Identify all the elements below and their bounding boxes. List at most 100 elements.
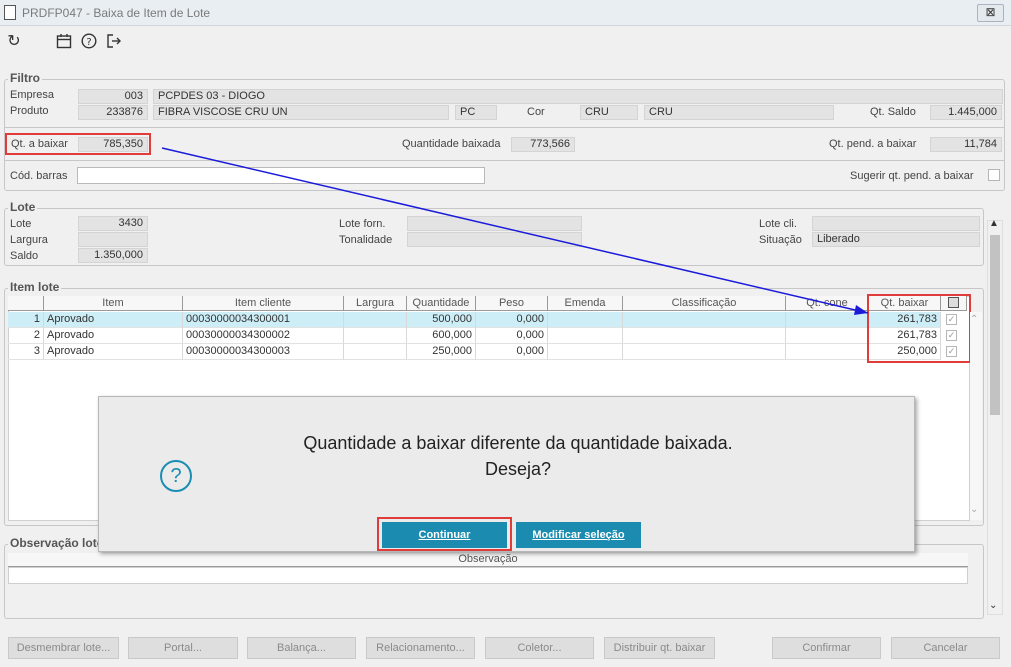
dialog-message: Quantidade a baixar diferente da quantid… <box>303 433 733 453</box>
cor-code-field[interactable]: CRU <box>580 105 638 120</box>
main-scrollbar-thumb[interactable] <box>990 235 1000 415</box>
cell-quantidade[interactable]: 500,000 <box>407 312 476 328</box>
cell-largura[interactable] <box>344 344 407 360</box>
grid-header-item-cliente[interactable]: Item cliente <box>183 296 344 311</box>
desmembrar-button[interactable]: Desmembrar lote... <box>8 637 119 659</box>
balanca-button[interactable]: Balança... <box>247 637 356 659</box>
cell-item-cliente[interactable]: 00030000034300003 <box>183 344 344 360</box>
largura-label: Largura <box>10 234 48 246</box>
cor-label: Cor <box>527 106 545 118</box>
grid-header-peso[interactable]: Peso <box>476 296 548 311</box>
tonalidade-label: Tonalidade <box>339 234 393 246</box>
cell-item[interactable]: Aprovado <box>44 312 183 328</box>
grid-header-qt-cone[interactable]: Qt. cone <box>786 296 869 311</box>
largura-field <box>78 232 148 247</box>
distribuir-button[interactable]: Distribuir qt. baixar <box>604 637 715 659</box>
situacao-field: Liberado <box>812 232 980 247</box>
filtro-label: Filtro <box>8 71 42 85</box>
saldo-field: 1.350,000 <box>78 248 148 263</box>
lote-cli-field <box>812 216 980 231</box>
situacao-label: Situação <box>759 234 802 246</box>
cell-emenda[interactable] <box>548 328 623 344</box>
row-number: 1 <box>8 312 44 328</box>
cell-largura[interactable] <box>344 328 407 344</box>
scroll-down-icon[interactable]: ⌄ <box>989 600 997 611</box>
continuar-button[interactable]: Continuar <box>382 522 507 548</box>
dialog-question: Deseja? <box>484 459 552 479</box>
cell-emenda[interactable] <box>548 344 623 360</box>
highlight-box <box>5 133 151 155</box>
lote-label: Lote <box>8 200 38 214</box>
observacao-column-header: Observação <box>8 553 968 567</box>
cell-item-cliente[interactable]: 00030000034300002 <box>183 328 344 344</box>
exit-icon[interactable] <box>105 33 123 51</box>
qt-baixada-field: 773,566 <box>511 137 575 152</box>
sugerir-checkbox[interactable] <box>988 169 1000 181</box>
cell-classificacao[interactable] <box>623 344 786 360</box>
help-icon[interactable]: ? <box>80 33 98 51</box>
refresh-icon[interactable]: ↻ <box>5 33 23 51</box>
portal-button[interactable]: Portal... <box>128 637 238 659</box>
highlight-box <box>867 294 971 363</box>
lote-forn-label: Lote forn. <box>339 218 386 230</box>
grid-header-rownum <box>8 296 44 311</box>
empresa-code-field[interactable]: 003 <box>78 89 148 104</box>
coletor-button[interactable]: Coletor... <box>485 637 594 659</box>
cell-quantidade[interactable]: 250,000 <box>407 344 476 360</box>
observacao-input[interactable] <box>8 567 968 584</box>
qt-saldo-label: Qt. Saldo <box>870 106 916 118</box>
calendar-icon[interactable] <box>55 33 73 51</box>
saldo-label: Saldo <box>10 250 39 262</box>
title-bar: PRDFP047 - Baixa de Item de Lote ⊠ <box>0 0 1011 26</box>
grid-header-largura[interactable]: Largura <box>344 296 407 311</box>
grid-header-quantidade[interactable]: Quantidade <box>407 296 476 311</box>
cell-qt-cone[interactable] <box>786 328 869 344</box>
scroll-up-icon[interactable]: ▲ <box>989 218 999 229</box>
unidade-field[interactable]: PC <box>455 105 497 120</box>
produto-label: Produto <box>10 105 49 117</box>
cell-qt-cone[interactable] <box>786 312 869 328</box>
cancelar-button[interactable]: Cancelar <box>891 637 1000 659</box>
cell-quantidade[interactable]: 600,000 <box>407 328 476 344</box>
cod-barras-label: Cód. barras <box>10 170 68 182</box>
lote-cli-label: Lote cli. <box>759 218 797 230</box>
confirmation-dialog: Quantidade a baixar diferente da quantid… <box>98 396 915 552</box>
cell-classificacao[interactable] <box>623 312 786 328</box>
close-button[interactable]: ⊠ <box>977 4 1004 22</box>
confirmar-button[interactable]: Confirmar <box>772 637 881 659</box>
cell-peso[interactable]: 0,000 <box>476 312 548 328</box>
grid-header-classificacao[interactable]: Classificação <box>623 296 786 311</box>
grid-header-item[interactable]: Item <box>44 296 183 311</box>
qt-baixada-label: Quantidade baixada <box>402 138 501 150</box>
cell-emenda[interactable] <box>548 312 623 328</box>
lote-field: 3430 <box>78 216 148 231</box>
grid-scrollbar[interactable] <box>970 312 982 520</box>
cell-qt-cone[interactable] <box>786 344 869 360</box>
cod-barras-input[interactable] <box>77 167 485 184</box>
grid-header-emenda[interactable]: Emenda <box>548 296 623 311</box>
cell-item-cliente[interactable]: 00030000034300001 <box>183 312 344 328</box>
qt-pend-label: Qt. pend. a baixar <box>829 138 917 150</box>
grid-scroll-down-icon[interactable]: ⌄ <box>970 504 978 515</box>
divider <box>4 127 1005 128</box>
relacionamento-button[interactable]: Relacionamento... <box>366 637 475 659</box>
grid-scroll-up-icon[interactable]: ⌃ <box>970 314 978 325</box>
cell-item[interactable]: Aprovado <box>44 328 183 344</box>
cor-name-field[interactable]: CRU <box>644 105 834 120</box>
question-icon: ? <box>160 460 192 492</box>
cell-largura[interactable] <box>344 312 407 328</box>
sugerir-label: Sugerir qt. pend. a baixar <box>850 170 974 182</box>
produto-name-field[interactable]: FIBRA VISCOSE CRU UN <box>153 105 449 120</box>
cell-classificacao[interactable] <box>623 328 786 344</box>
observacao-label: Observação lote <box>8 536 106 550</box>
document-icon <box>4 5 16 20</box>
cell-peso[interactable]: 0,000 <box>476 344 548 360</box>
modificar-selecao-button[interactable]: Modificar seleção <box>516 522 641 548</box>
row-number: 2 <box>8 328 44 344</box>
lote-field-label: Lote <box>10 218 32 230</box>
tonalidade-field <box>407 232 582 247</box>
cell-item[interactable]: Aprovado <box>44 344 183 360</box>
empresa-name-field[interactable]: PCPDES 03 - DIOGO <box>153 89 1003 104</box>
cell-peso[interactable]: 0,000 <box>476 328 548 344</box>
produto-code-field[interactable]: 233876 <box>78 105 148 120</box>
